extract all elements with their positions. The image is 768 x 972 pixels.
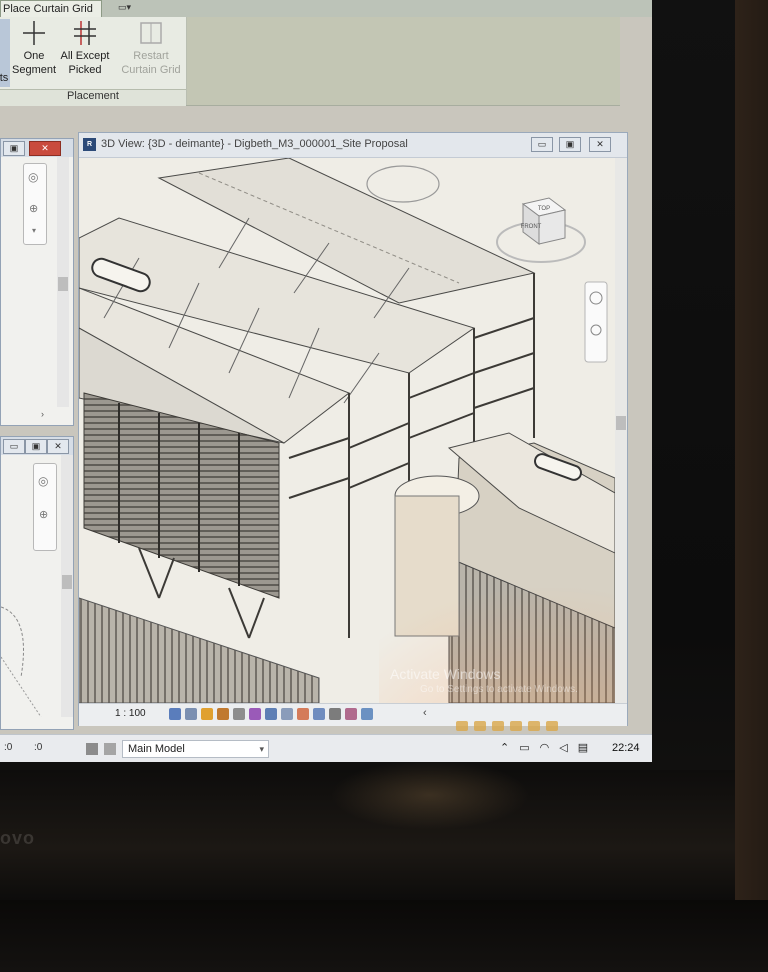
view-control-icons bbox=[169, 708, 373, 720]
wifi-icon[interactable]: ◠ bbox=[540, 741, 550, 754]
restore-button[interactable]: ▣ bbox=[3, 141, 25, 156]
chevron-up-icon[interactable]: ⌃ bbox=[500, 741, 509, 754]
steering-wheel-icon[interactable]: ◎ bbox=[28, 170, 38, 184]
reveal-hidden-icon[interactable] bbox=[297, 708, 309, 720]
design-options-icon[interactable] bbox=[104, 743, 116, 755]
volume-icon[interactable]: ◁ bbox=[559, 741, 567, 754]
detail-level-icon[interactable] bbox=[169, 708, 181, 720]
one-segment-label-1: One bbox=[23, 50, 45, 62]
left-view-top-titlebar: ▣ ✕ bbox=[1, 139, 73, 157]
lock-3d-icon[interactable] bbox=[265, 708, 277, 720]
placement-panel-label: Placement bbox=[0, 89, 186, 106]
restart-label-2: Curtain Grid bbox=[121, 64, 181, 76]
visual-style-icon[interactable] bbox=[185, 708, 197, 720]
3d-view-window[interactable]: R 3D View: {3D - deimante} - Digbeth_M3_… bbox=[78, 132, 628, 726]
taskbar-clock[interactable]: 22:24 bbox=[612, 742, 640, 754]
activate-windows-subtext: Go to Settings to activate Windows. bbox=[420, 684, 578, 695]
reveal-constraints-icon[interactable] bbox=[361, 708, 373, 720]
all-except-label-2: Picked bbox=[68, 64, 102, 76]
screen: Place Curtain Grid ▭▾ ts One Segment All… bbox=[0, 0, 652, 762]
grid-except-icon bbox=[71, 19, 99, 47]
desk-surface bbox=[0, 900, 768, 972]
3d-view-titlebar: R 3D View: {3D - deimante} - Digbeth_M3_… bbox=[79, 133, 627, 158]
notification-icon[interactable]: ▤ bbox=[578, 741, 588, 754]
monitor-brand-logo: ovo bbox=[0, 828, 36, 848]
restart-grid-icon bbox=[137, 19, 165, 47]
chevron-down-icon[interactable]: ▾ bbox=[259, 741, 264, 757]
temporary-hide-icon[interactable] bbox=[281, 708, 293, 720]
navigation-bar[interactable]: ◎ ⊕ ▾ bbox=[23, 163, 47, 245]
show-crop-icon[interactable] bbox=[249, 708, 261, 720]
building-model: TOP FRONT bbox=[79, 158, 615, 703]
scroll-thumb[interactable] bbox=[62, 575, 72, 589]
vertical-scrollbar[interactable] bbox=[61, 455, 73, 717]
selection-option-icons bbox=[456, 721, 558, 731]
scroll-left-icon[interactable]: ‹ bbox=[423, 707, 427, 719]
drag-elements-icon[interactable] bbox=[528, 721, 540, 731]
analytical-model-icon[interactable] bbox=[329, 708, 341, 720]
all-except-label-1: All Except bbox=[60, 50, 110, 62]
ribbon-tab-bar: Place Curtain Grid ▭▾ bbox=[0, 0, 652, 18]
battery-icon[interactable]: ▭ bbox=[519, 741, 529, 754]
scroll-thumb[interactable] bbox=[58, 277, 68, 291]
editable-only-icon[interactable] bbox=[86, 743, 98, 755]
select-underlay-icon[interactable] bbox=[474, 721, 486, 731]
viewcube-front-label: FRONT bbox=[521, 224, 542, 230]
sun-path-icon[interactable] bbox=[201, 708, 213, 720]
grid-segment-icon bbox=[20, 19, 48, 47]
viewcube-top-label: TOP bbox=[538, 206, 550, 212]
3d-view-title: 3D View: {3D - deimante} - Digbeth_M3_00… bbox=[101, 138, 408, 150]
minimize-button[interactable]: ▭ bbox=[531, 137, 553, 152]
restore-button[interactable]: ▣ bbox=[559, 137, 581, 152]
ribbon-panel: ts One Segment All Except Picked Restart… bbox=[0, 17, 620, 106]
vertical-scrollbar[interactable] bbox=[57, 157, 69, 407]
chevron-down-icon[interactable]: ▾ bbox=[32, 226, 36, 235]
left-view-bottom-titlebar: ▭ ▣ ✕ bbox=[1, 437, 73, 455]
select-pinned-icon[interactable] bbox=[492, 721, 504, 731]
left-view-bottom[interactable]: ▭ ▣ ✕ ◎ ⊕ bbox=[0, 436, 74, 730]
model-selector[interactable]: Main Model ▾ bbox=[122, 740, 269, 758]
all-except-picked-button[interactable]: All Except Picked bbox=[58, 19, 112, 87]
scroll-thumb[interactable] bbox=[616, 416, 626, 430]
close-button[interactable]: ✕ bbox=[589, 137, 611, 152]
zoom-icon[interactable]: ⊕ bbox=[29, 202, 38, 215]
shadows-icon[interactable] bbox=[217, 708, 229, 720]
system-tray: ⌃ ▭ ◠ ◁ ▤ bbox=[500, 741, 588, 754]
left-view-top[interactable]: ▣ ✕ ◎ ⊕ ▾ › bbox=[0, 138, 74, 426]
minimize-button[interactable]: ▭ bbox=[3, 439, 25, 454]
select-by-face-icon[interactable] bbox=[510, 721, 522, 731]
navigation-bar[interactable] bbox=[584, 281, 608, 363]
one-segment-button[interactable]: One Segment bbox=[12, 19, 56, 87]
vertical-scrollbar[interactable] bbox=[615, 158, 627, 703]
crop-view-icon[interactable] bbox=[233, 708, 245, 720]
select-links-icon[interactable] bbox=[456, 721, 468, 731]
status-left-value: :0 bbox=[4, 742, 13, 753]
scroll-right-icon[interactable]: › bbox=[41, 409, 44, 419]
worksharing-icon[interactable] bbox=[313, 708, 325, 720]
tab-dropdown-icon[interactable]: ▭▾ bbox=[118, 2, 131, 13]
status-bar: :0 :0 Main Model ▾ ⌃ ▭ ◠ ◁ ▤ 22:24 bbox=[0, 721, 652, 762]
revit-view-icon: R bbox=[83, 138, 96, 151]
plan-sketch bbox=[1, 606, 42, 717]
filter-icon[interactable] bbox=[546, 721, 558, 731]
restart-curtain-grid-button[interactable]: Restart Curtain Grid bbox=[116, 19, 186, 87]
one-segment-label-2: Segment bbox=[12, 64, 57, 76]
ribbon-empty-area bbox=[187, 17, 620, 105]
tab-place-curtain-grid[interactable]: Place Curtain Grid bbox=[0, 0, 102, 18]
model-selector-value: Main Model bbox=[128, 743, 185, 755]
close-button[interactable]: ✕ bbox=[47, 439, 69, 454]
selection-filter-count[interactable]: :0 bbox=[34, 742, 42, 753]
restore-button[interactable]: ▣ bbox=[25, 439, 47, 454]
restart-label-1: Restart bbox=[133, 50, 169, 62]
close-button[interactable]: ✕ bbox=[29, 141, 61, 156]
highlight-displacement-icon[interactable] bbox=[345, 708, 357, 720]
screen-glare bbox=[330, 760, 530, 830]
view-scale[interactable]: 1 : 100 bbox=[115, 708, 146, 719]
3d-model-canvas[interactable]: TOP FRONT bbox=[79, 158, 615, 703]
previous-button-partial[interactable]: ts bbox=[0, 19, 10, 87]
activate-windows-watermark: Activate Windows bbox=[390, 666, 501, 682]
